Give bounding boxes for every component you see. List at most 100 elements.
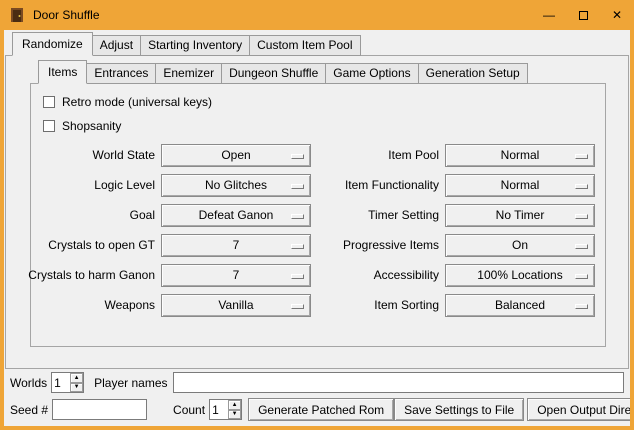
item-pool-value: Normal: [501, 148, 540, 162]
tab-randomize[interactable]: Randomize: [12, 32, 93, 56]
worlds-label: Worlds: [10, 376, 47, 390]
progressive-items-dropdown[interactable]: On: [445, 234, 595, 257]
world-state-dropdown[interactable]: Open: [161, 144, 311, 167]
seed-row: Seed # Count ▲ ▼ Generate Patched Rom Sa…: [10, 398, 624, 421]
item-sorting-value: Balanced: [495, 298, 545, 312]
window-title: Door Shuffle: [33, 8, 100, 22]
timer-setting-value: No Timer: [496, 208, 545, 222]
crystals-ganon-label: Crystals to harm Ganon: [41, 260, 161, 290]
progressive-items-label: Progressive Items: [311, 230, 445, 260]
crystals-ganon-value: 7: [233, 268, 240, 282]
goal-dropdown[interactable]: Defeat Ganon: [161, 204, 311, 227]
logic-level-label: Logic Level: [41, 170, 161, 200]
maximize-button[interactable]: [566, 0, 600, 30]
app-window: Door Shuffle — ✕ Randomize Adjust Starti…: [0, 0, 634, 430]
tab-items[interactable]: Items: [38, 60, 87, 84]
progressive-items-value: On: [512, 238, 528, 252]
crystals-gt-value: 7: [233, 238, 240, 252]
weapons-value: Vanilla: [218, 298, 253, 312]
count-label: Count: [173, 403, 205, 417]
count-input[interactable]: [210, 400, 228, 419]
timer-setting-dropdown[interactable]: No Timer: [445, 204, 595, 227]
item-functionality-label: Item Functionality: [311, 170, 445, 200]
accessibility-label: Accessibility: [311, 260, 445, 290]
dropdown-indicator-icon: [291, 214, 304, 219]
logic-level-value: No Glitches: [205, 178, 267, 192]
world-state-value: Open: [221, 148, 250, 162]
count-spinbox: ▲ ▼: [209, 399, 242, 420]
crystals-gt-label: Crystals to open GT: [41, 230, 161, 260]
spin-up-button[interactable]: ▲: [228, 400, 241, 410]
tab-dungeon-shuffle[interactable]: Dungeon Shuffle: [221, 63, 326, 84]
dropdown-indicator-icon: [575, 184, 588, 189]
close-button[interactable]: ✕: [600, 0, 634, 30]
worlds-row: Worlds ▲ ▼ Player names: [10, 371, 624, 394]
spin-down-icon: ▼: [232, 411, 238, 417]
spin-down-button[interactable]: ▼: [228, 410, 241, 420]
weapons-label: Weapons: [41, 290, 161, 320]
tab-custom-item-pool[interactable]: Custom Item Pool: [249, 35, 360, 56]
randomize-pane: Items Entrances Enemizer Dungeon Shuffle…: [5, 55, 629, 369]
generate-rom-button[interactable]: Generate Patched Rom: [248, 398, 394, 421]
goal-value: Defeat Ganon: [199, 208, 274, 222]
retro-mode-label: Retro mode (universal keys): [62, 95, 212, 109]
accessibility-dropdown[interactable]: 100% Locations: [445, 264, 595, 287]
main-tab-bar: Randomize Adjust Starting Inventory Cust…: [12, 32, 630, 56]
dropdown-indicator-icon: [575, 274, 588, 279]
world-state-label: World State: [41, 140, 161, 170]
dropdown-indicator-icon: [291, 244, 304, 249]
dropdown-indicator-icon: [291, 184, 304, 189]
item-pool-dropdown[interactable]: Normal: [445, 144, 595, 167]
item-pool-label: Item Pool: [311, 140, 445, 170]
app-icon[interactable]: [9, 7, 25, 23]
window-controls: — ✕: [532, 0, 634, 30]
randomize-tab-bar: Items Entrances Enemizer Dungeon Shuffle…: [38, 60, 628, 84]
items-pane: Retro mode (universal keys) Shopsanity W…: [30, 83, 606, 347]
seed-input[interactable]: [52, 399, 147, 420]
close-icon: ✕: [612, 8, 622, 22]
window-body: Randomize Adjust Starting Inventory Cust…: [4, 30, 630, 426]
tab-generation-setup[interactable]: Generation Setup: [418, 63, 528, 84]
tab-starting-inventory[interactable]: Starting Inventory: [140, 35, 250, 56]
tab-adjust[interactable]: Adjust: [92, 35, 141, 56]
tab-entrances[interactable]: Entrances: [86, 63, 156, 84]
seed-label: Seed #: [10, 403, 48, 417]
item-sorting-label: Item Sorting: [311, 290, 445, 320]
checkbox-icon: [43, 120, 55, 132]
weapons-dropdown[interactable]: Vanilla: [161, 294, 311, 317]
checkbox-icon: [43, 96, 55, 108]
dropdown-indicator-icon: [291, 154, 304, 159]
dropdown-indicator-icon: [575, 154, 588, 159]
spin-down-icon: ▼: [74, 384, 80, 390]
worlds-spin-arrows: ▲ ▼: [70, 373, 83, 392]
shopsanity-checkbox[interactable]: Shopsanity: [41, 114, 595, 138]
worlds-spinbox: ▲ ▼: [51, 372, 84, 393]
goal-label: Goal: [41, 200, 161, 230]
minimize-button[interactable]: —: [532, 0, 566, 30]
dropdown-indicator-icon: [575, 304, 588, 309]
item-functionality-value: Normal: [501, 178, 540, 192]
settings-grid: World State Open Item Pool Normal Logic …: [41, 140, 595, 320]
timer-setting-label: Timer Setting: [311, 200, 445, 230]
dropdown-indicator-icon: [291, 304, 304, 309]
open-output-button[interactable]: Open Output Directory: [527, 398, 630, 421]
save-settings-button[interactable]: Save Settings to File: [394, 398, 524, 421]
worlds-input[interactable]: [52, 373, 70, 392]
logic-level-dropdown[interactable]: No Glitches: [161, 174, 311, 197]
count-spin-arrows: ▲ ▼: [228, 400, 241, 419]
player-names-input[interactable]: [173, 372, 625, 393]
dropdown-indicator-icon: [575, 244, 588, 249]
tab-enemizer[interactable]: Enemizer: [155, 63, 222, 84]
crystals-gt-dropdown[interactable]: 7: [161, 234, 311, 257]
spin-down-button[interactable]: ▼: [70, 383, 83, 393]
item-functionality-dropdown[interactable]: Normal: [445, 174, 595, 197]
dropdown-indicator-icon: [291, 274, 304, 279]
crystals-ganon-dropdown[interactable]: 7: [161, 264, 311, 287]
spin-up-button[interactable]: ▲: [70, 373, 83, 383]
tab-game-options[interactable]: Game Options: [325, 63, 418, 84]
titlebar[interactable]: Door Shuffle — ✕: [0, 0, 634, 30]
retro-mode-checkbox[interactable]: Retro mode (universal keys): [41, 90, 595, 114]
spin-up-icon: ▲: [232, 402, 238, 408]
spin-up-icon: ▲: [74, 375, 80, 381]
item-sorting-dropdown[interactable]: Balanced: [445, 294, 595, 317]
